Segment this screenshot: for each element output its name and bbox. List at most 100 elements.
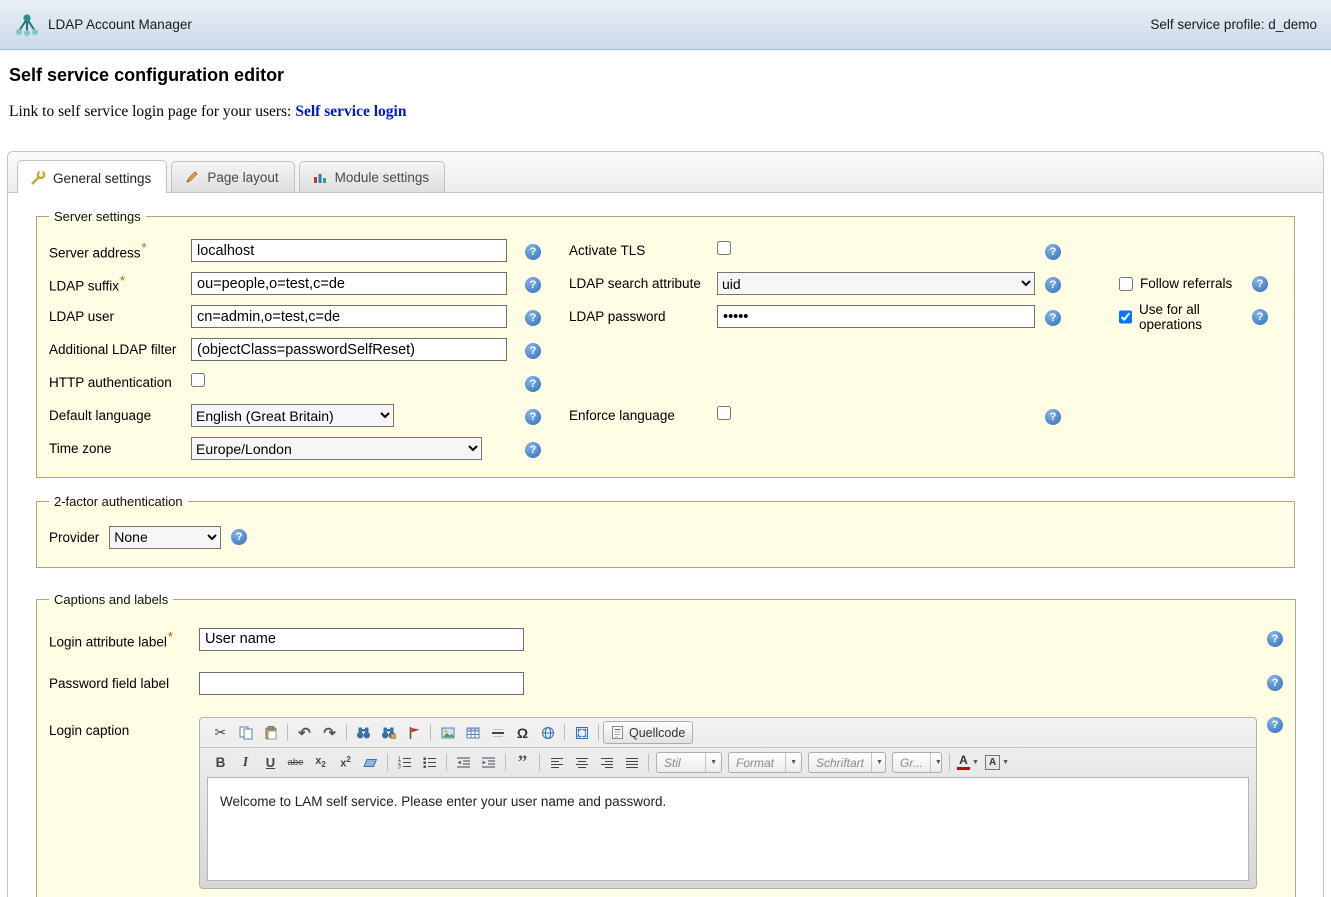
- outdent-button[interactable]: [451, 751, 476, 774]
- size-combo[interactable]: Gr...▼: [892, 752, 942, 773]
- password-field-label-input[interactable]: [199, 672, 524, 695]
- help-icon[interactable]: ?: [525, 376, 541, 392]
- tools-icon: [30, 170, 46, 186]
- cut-button[interactable]: ✂: [208, 721, 233, 744]
- font-combo[interactable]: Schriftart▼: [808, 752, 886, 773]
- provider-select[interactable]: None: [109, 526, 221, 549]
- time-zone-select[interactable]: Europe/London: [191, 437, 482, 460]
- paste-button[interactable]: [258, 721, 283, 744]
- server-settings-legend: Server settings: [49, 209, 146, 224]
- image-button[interactable]: [435, 721, 460, 744]
- help-icon[interactable]: ?: [1045, 310, 1061, 326]
- toolbar-separator: [648, 754, 649, 771]
- align-center-button[interactable]: [569, 751, 594, 774]
- indent-button[interactable]: [476, 751, 501, 774]
- cut-icon: ✂: [215, 724, 227, 741]
- align-right-button[interactable]: [594, 751, 619, 774]
- help-icon[interactable]: ?: [525, 244, 541, 260]
- globe-icon: [541, 726, 555, 740]
- help-icon[interactable]: ?: [1252, 309, 1268, 325]
- http-authentication-checkbox[interactable]: [191, 373, 205, 387]
- tab-page-layout[interactable]: Page layout: [171, 161, 294, 192]
- help-icon[interactable]: ?: [525, 310, 541, 326]
- help-icon[interactable]: ?: [1267, 717, 1283, 733]
- help-icon[interactable]: ?: [525, 343, 541, 359]
- server-address-input[interactable]: [191, 239, 507, 262]
- help-icon[interactable]: ?: [1045, 277, 1061, 293]
- horizontal-rule-button[interactable]: [485, 721, 510, 744]
- underline-button[interactable]: U: [258, 751, 283, 774]
- replace-button[interactable]: [376, 721, 401, 744]
- special-char-button[interactable]: Ω: [510, 721, 535, 744]
- help-icon[interactable]: ?: [525, 409, 541, 425]
- login-attribute-label-input[interactable]: [199, 628, 524, 651]
- editor-content-area[interactable]: Welcome to LAM self service. Please ente…: [207, 777, 1249, 881]
- ldap-password-input[interactable]: [717, 305, 1035, 328]
- server-settings-fieldset: Server settings Server address* ? Activa…: [36, 209, 1295, 478]
- numbered-list-button[interactable]: 123: [392, 751, 417, 774]
- enforce-language-checkbox[interactable]: [717, 406, 731, 420]
- chevron-down-icon: ▼: [972, 759, 979, 766]
- follow-referrals-group: Follow referrals ?: [1119, 276, 1282, 292]
- italic-button[interactable]: I: [233, 751, 258, 774]
- table-button[interactable]: [460, 721, 485, 744]
- additional-ldap-filter-input[interactable]: [191, 338, 507, 361]
- http-authentication-label: HTTP authentication: [49, 375, 191, 390]
- strikethrough-button[interactable]: abe: [283, 751, 308, 774]
- find-button[interactable]: [351, 721, 376, 744]
- align-justify-button[interactable]: [619, 751, 644, 774]
- italic-icon: I: [243, 755, 248, 771]
- background-color-button[interactable]: A▼: [982, 751, 1012, 774]
- undo-button[interactable]: ↶: [292, 721, 317, 744]
- eraser-icon: [363, 757, 378, 769]
- tab-content: Server settings Server address* ? Activa…: [8, 193, 1323, 897]
- two-factor-fieldset: 2-factor authentication Provider None ?: [36, 494, 1295, 568]
- help-icon[interactable]: ?: [1267, 675, 1283, 691]
- font-combo-label: Schriftart: [809, 753, 871, 772]
- superscript-button[interactable]: x2: [333, 751, 358, 774]
- login-link-intro: Link to self service login page for your…: [9, 103, 291, 120]
- bold-button[interactable]: B: [208, 751, 233, 774]
- help-icon[interactable]: ?: [1045, 409, 1061, 425]
- redo-button[interactable]: ↷: [317, 721, 342, 744]
- copy-button[interactable]: [233, 721, 258, 744]
- ldap-suffix-input[interactable]: [191, 272, 507, 295]
- follow-referrals-label: Follow referrals: [1140, 276, 1232, 291]
- format-combo[interactable]: Format▼: [728, 752, 802, 773]
- self-service-login-link[interactable]: Self service login: [295, 103, 406, 120]
- ldap-search-attribute-select[interactable]: uid: [717, 272, 1035, 295]
- enforce-language-label: Enforce language: [569, 408, 717, 423]
- follow-referrals-checkbox[interactable]: [1119, 277, 1133, 291]
- blockquote-button[interactable]: ”: [510, 751, 535, 774]
- subscript-button[interactable]: x2: [308, 751, 333, 774]
- toolbar-separator: [598, 724, 599, 741]
- style-combo[interactable]: Stil▼: [656, 752, 722, 773]
- form-row: LDAP user ? LDAP password ? Use for all …: [49, 300, 1282, 333]
- tab-module-settings[interactable]: Module settings: [299, 161, 446, 192]
- align-left-button[interactable]: [544, 751, 569, 774]
- horizontal-rule-icon: [491, 726, 505, 740]
- sup-small: 2: [346, 755, 350, 764]
- remove-format-button[interactable]: [358, 751, 383, 774]
- help-icon[interactable]: ?: [231, 529, 247, 545]
- help-icon[interactable]: ?: [1045, 244, 1061, 260]
- help-icon[interactable]: ?: [1267, 631, 1283, 647]
- bullet-list-button[interactable]: [417, 751, 442, 774]
- help-icon[interactable]: ?: [525, 277, 541, 293]
- chevron-down-icon: ▼: [871, 753, 887, 772]
- help-icon[interactable]: ?: [1252, 276, 1268, 292]
- help-icon[interactable]: ?: [525, 442, 541, 458]
- spellcheck-flag-button[interactable]: [401, 721, 426, 744]
- server-address-label: Server address*: [49, 240, 191, 261]
- activate-tls-checkbox[interactable]: [717, 241, 731, 255]
- use-for-all-operations-checkbox[interactable]: [1119, 310, 1132, 324]
- maximize-button[interactable]: [569, 721, 594, 744]
- text-color-button[interactable]: A▼: [954, 751, 982, 774]
- style-combo-label: Stil: [657, 753, 705, 772]
- ldap-user-input[interactable]: [191, 305, 507, 328]
- source-button[interactable]: Quellcode: [603, 721, 693, 744]
- tab-general-settings[interactable]: General settings: [17, 160, 167, 193]
- default-language-select[interactable]: English (Great Britain): [191, 404, 394, 427]
- app-title: LDAP Account Manager: [48, 17, 192, 32]
- iframe-button[interactable]: [535, 721, 560, 744]
